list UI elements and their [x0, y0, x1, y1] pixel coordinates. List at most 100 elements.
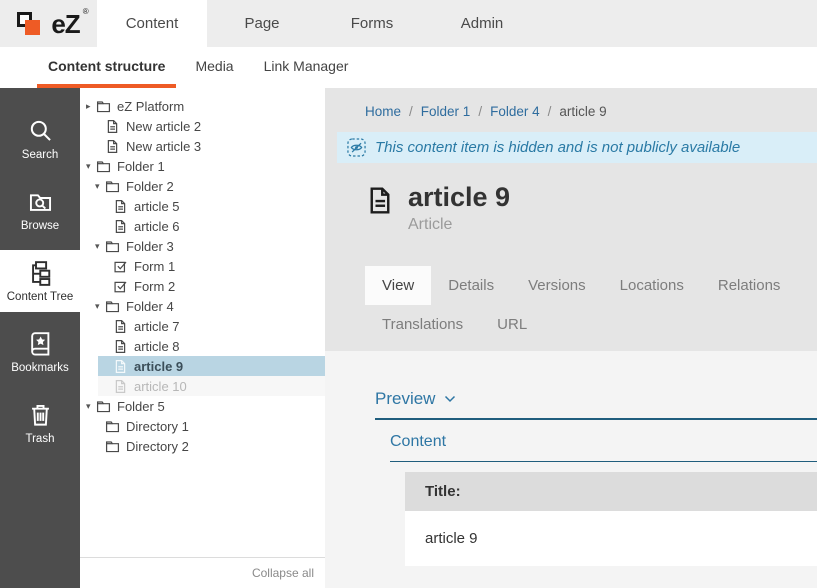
- collapse-arrow-icon[interactable]: ▾: [86, 402, 96, 411]
- tab-translations[interactable]: Translations: [365, 305, 480, 344]
- breadcrumb-article-9: article 9: [559, 104, 606, 119]
- collapse-arrow-icon[interactable]: ▾: [86, 162, 96, 171]
- preview-label: Preview: [375, 389, 435, 409]
- expand-arrow-icon[interactable]: ▸: [86, 102, 96, 111]
- folder-icon: [96, 99, 111, 114]
- browse-icon: [27, 188, 54, 215]
- tree-item-label: Directory 1: [126, 419, 189, 434]
- tree-item-new-article-3[interactable]: New article 3: [80, 136, 325, 156]
- tree-item-article-7[interactable]: article 7: [80, 316, 325, 336]
- content-tabs: ViewDetailsVersionsLocationsRelations Tr…: [365, 266, 817, 344]
- tree-item-article-9[interactable]: article 9: [80, 356, 325, 376]
- ez-logo[interactable]: eZ®: [0, 0, 97, 47]
- tree-item-label: article 5: [134, 199, 180, 214]
- sidebar-item-label: Trash: [26, 433, 55, 445]
- bookmarks-icon: [27, 330, 54, 357]
- collapse-arrow-icon[interactable]: ▾: [95, 302, 105, 311]
- tree-item-article-6[interactable]: article 6: [80, 216, 325, 236]
- sub-navigation: Content structureMediaLink Manager: [0, 47, 817, 88]
- search-icon: [27, 117, 54, 144]
- breadcrumb-folder-4[interactable]: Folder 4: [490, 104, 540, 119]
- tree-item-form-1[interactable]: Form 1: [80, 256, 325, 276]
- tab-relations[interactable]: Relations: [701, 266, 798, 305]
- article-icon: [113, 319, 128, 334]
- folder-icon: [105, 179, 120, 194]
- sidebar-item-label: Content Tree: [7, 291, 73, 303]
- collapse-arrow-icon[interactable]: ▾: [95, 242, 105, 251]
- tree-item-folder-4[interactable]: ▾ Folder 4: [80, 296, 325, 316]
- tab-details[interactable]: Details: [431, 266, 511, 305]
- tree-item-label: Folder 4: [126, 299, 174, 314]
- sidebar-item-label: Bookmarks: [11, 362, 69, 374]
- topbar-tab-page[interactable]: Page: [207, 0, 317, 47]
- tree-item-label: article 9: [134, 359, 183, 374]
- tree-item-folder-2[interactable]: ▾Folder 2: [80, 176, 325, 196]
- page-title: article 9: [408, 181, 510, 213]
- tree-item-article-5[interactable]: article 5: [80, 196, 325, 216]
- folder-icon: [105, 419, 120, 434]
- alert-text: This content item is hidden and is not p…: [375, 139, 740, 156]
- topbar-tab-forms[interactable]: Forms: [317, 0, 427, 47]
- breadcrumb-separator: /: [478, 104, 482, 119]
- collapse-all-button[interactable]: Collapse all: [80, 557, 325, 588]
- top-bar: eZ® ContentPageFormsAdmin: [0, 0, 817, 47]
- article-icon: [113, 359, 128, 374]
- content-section-title: Content: [390, 433, 817, 462]
- page-header: article 9 Article: [365, 181, 817, 234]
- sidebar-item-browse[interactable]: Browse: [0, 179, 80, 241]
- tree-item-label: eZ Platform: [117, 99, 184, 114]
- tree-item-folder-5[interactable]: ▾Folder 5: [80, 396, 325, 416]
- tree-item-label: article 10: [134, 379, 187, 394]
- article-icon: [113, 339, 128, 354]
- tree-item-article-8[interactable]: article 8: [80, 336, 325, 356]
- form-icon: [113, 279, 128, 294]
- trash-icon: [27, 401, 54, 428]
- hidden-content-alert: This content item is hidden and is not p…: [337, 132, 817, 163]
- tree-item-label: article 6: [134, 219, 180, 234]
- tree-item-label: Form 2: [134, 279, 175, 294]
- tree-item-label: Directory 2: [126, 439, 189, 454]
- tab-versions[interactable]: Versions: [511, 266, 603, 305]
- ez-logo-icon: [17, 9, 44, 38]
- breadcrumb-separator: /: [409, 104, 413, 119]
- folder-icon: [105, 439, 120, 454]
- article-icon: [365, 183, 395, 218]
- sidebar-item-trash[interactable]: Trash: [0, 392, 80, 454]
- collapse-arrow-icon[interactable]: ▾: [95, 182, 105, 191]
- sidebar-item-content-tree[interactable]: Content Tree: [0, 250, 80, 312]
- tree-item-folder-1[interactable]: ▾Folder 1: [80, 156, 325, 176]
- topbar-tab-content[interactable]: Content: [97, 0, 207, 47]
- folder-icon: [105, 239, 120, 254]
- chevron-down-icon: [444, 395, 456, 403]
- subnav-tab-link-manager[interactable]: Link Manager: [253, 47, 360, 88]
- tree-item-label: article 8: [134, 339, 180, 354]
- tree-item-article-10[interactable]: article 10: [80, 376, 325, 396]
- content-tree: ▸eZ PlatformNew article 2New article 3▾F…: [80, 96, 325, 456]
- content-tree-icon: [27, 259, 54, 286]
- tab-locations[interactable]: Locations: [603, 266, 701, 305]
- ez-logo-text: eZ®: [51, 11, 79, 37]
- tree-item-ez-platform[interactable]: ▸ eZ Platform: [80, 96, 325, 116]
- left-sidebar: Search Browse Content Tree Bookmarks Trash: [0, 88, 80, 588]
- content-type-label: Article: [408, 216, 510, 234]
- tree-item-form-2[interactable]: Form 2: [80, 276, 325, 296]
- topbar-tab-admin[interactable]: Admin: [427, 0, 537, 47]
- content-tree-panel: ▸eZ PlatformNew article 2New article 3▾F…: [80, 88, 325, 588]
- breadcrumb-separator: /: [548, 104, 552, 119]
- field-name: Title:: [405, 472, 817, 511]
- tab-url[interactable]: URL: [480, 305, 544, 344]
- breadcrumb-folder-1[interactable]: Folder 1: [421, 104, 471, 119]
- sidebar-item-search[interactable]: Search: [0, 108, 80, 170]
- subnav-tab-content-structure[interactable]: Content structure: [37, 47, 176, 88]
- sidebar-item-bookmarks[interactable]: Bookmarks: [0, 321, 80, 383]
- article-icon: [105, 119, 120, 134]
- breadcrumb-home[interactable]: Home: [365, 104, 401, 119]
- tree-item-folder-3[interactable]: ▾Folder 3: [80, 236, 325, 256]
- subnav-tab-media[interactable]: Media: [184, 47, 244, 88]
- folder-icon: [96, 399, 111, 414]
- tree-item-directory-2[interactable]: Directory 2: [80, 436, 325, 456]
- tree-item-new-article-2[interactable]: New article 2: [80, 116, 325, 136]
- tab-view[interactable]: View: [365, 266, 431, 305]
- tree-item-directory-1[interactable]: Directory 1: [80, 416, 325, 436]
- preview-toggle[interactable]: Preview: [375, 389, 817, 420]
